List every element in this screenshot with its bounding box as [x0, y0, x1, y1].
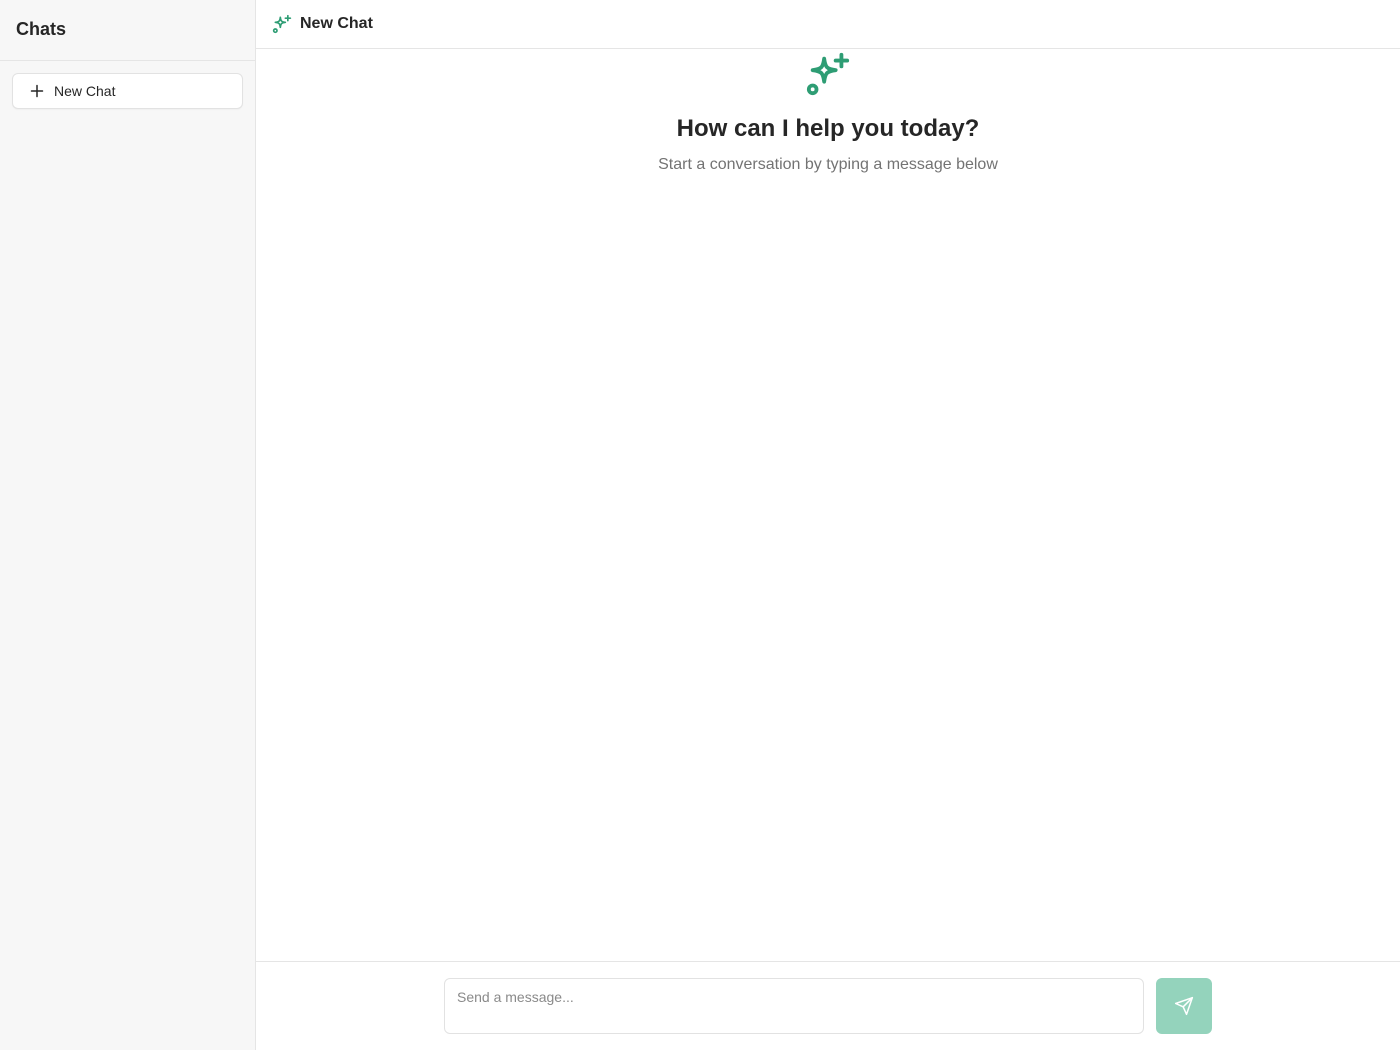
new-chat-button[interactable]: New Chat [12, 73, 243, 109]
sidebar-header: Chats [0, 0, 255, 61]
sparkles-icon [806, 52, 850, 96]
new-chat-label: New Chat [54, 83, 116, 99]
send-button[interactable] [1156, 978, 1212, 1034]
message-input[interactable] [444, 978, 1144, 1034]
chat-title: New Chat [300, 15, 373, 32]
sidebar: Chats New Chat [0, 0, 256, 1050]
sidebar-title: Chats [16, 18, 67, 39]
message-composer [256, 961, 1400, 1050]
sparkles-icon [272, 14, 292, 34]
plus-icon [30, 84, 44, 98]
chat-header: New Chat [256, 0, 1400, 49]
empty-state-subtitle: Start a conversation by typing a message… [658, 156, 998, 173]
main-panel: New Chat How can I help you today? Start… [256, 0, 1400, 1050]
send-icon [1174, 996, 1194, 1016]
chat-content: How can I help you today? Start a conver… [256, 49, 1400, 961]
app-root: Chats New Chat New Chat How can I help y… [0, 0, 1400, 1050]
empty-state-title: How can I help you today? [676, 115, 980, 142]
